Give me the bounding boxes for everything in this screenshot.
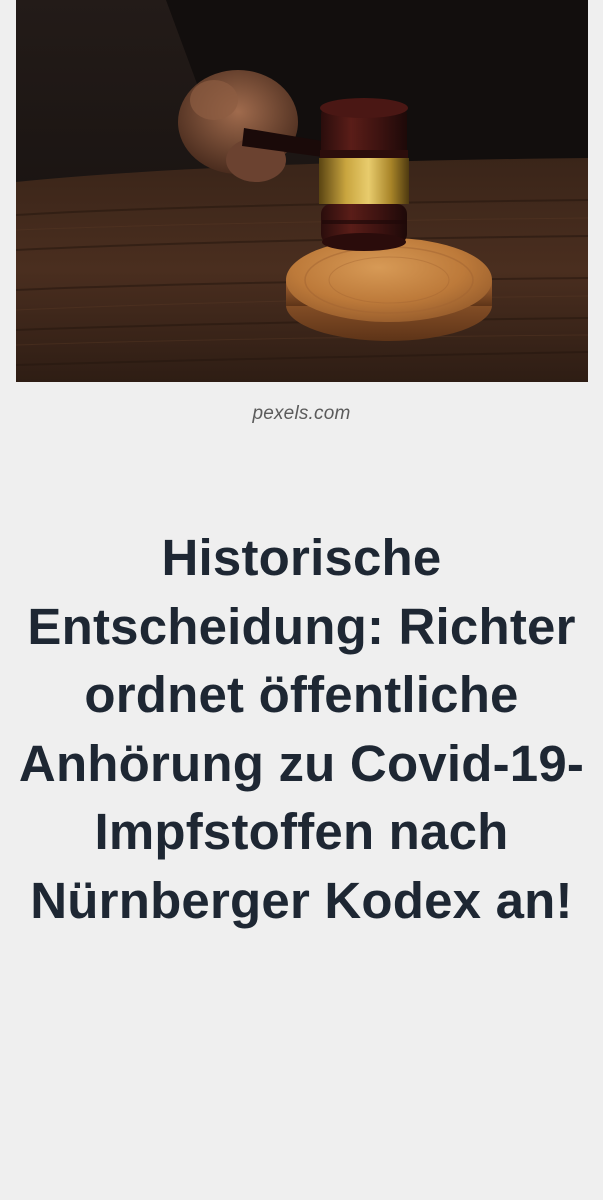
article-hero-image[interactable] [16, 0, 588, 382]
gavel-photo-icon [16, 0, 588, 382]
article-page: pexels.com Historische Entscheidung: Ric… [0, 0, 603, 1200]
image-credit: pexels.com [252, 403, 351, 424]
article-headline: Historische Entscheidung: Richter ordnet… [18, 529, 585, 929]
